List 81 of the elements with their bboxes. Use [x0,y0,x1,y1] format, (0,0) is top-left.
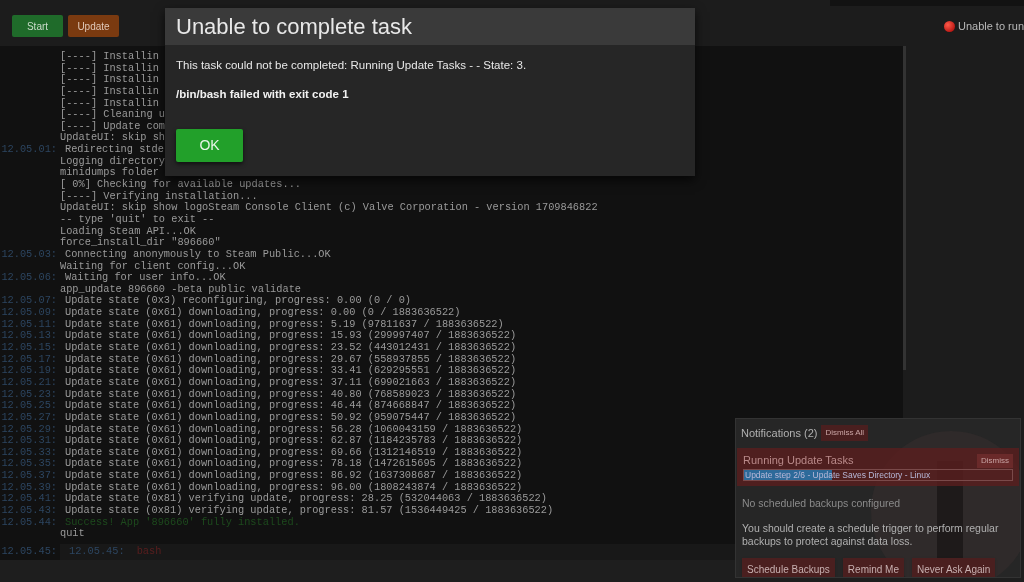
timestamp: 12.05.27: [1,410,57,423]
dialog-detail: /bin/bash failed with exit code 1 [175,87,350,103]
console-line: Update state (0x61) downloading, progress: 5.19 (97811637 / 1883636522) [65,318,504,330]
timestamp: 12.05.13: [1,329,57,342]
console-line: UpdateUI: skip sh [60,132,166,144]
status-text: Unable to run [957,18,1024,34]
notifications-title: Notifications (2) [741,426,818,441]
console-line: Update state (0x3) reconfiguring, progress: 0.00 (0 / 0) [65,295,412,307]
timestamp: 12.05.15: [1,341,57,353]
console-line: Update state (0x61) downloading, progress: 29.67 (558937855 / 1883636522) [65,353,517,365]
notification-title: No scheduled backups configured [742,496,902,511]
timestamp: 12.05.17: [1,352,57,365]
console-line: force_install_dir "896660" [60,237,221,249]
console-line: Update state (0x61) downloading, progress: 86.92 (1637308687 / 1883636522) [65,470,523,482]
console-line: [----] Update com [60,120,166,132]
timestamp: 12.05.37: [1,469,57,482]
timestamp: 12.05.31: [1,434,57,447]
console-line: [----] Installin [60,97,159,109]
console-line: Waiting for user info...OK [65,272,226,284]
ok-button[interactable]: OK [176,129,243,162]
timestamp: 12.05.44: [1,515,57,528]
console-line: Update state (0x61) downloading, progress: 62.87 (1184235783 / 1883636522) [65,435,523,447]
console-line: Update state (0x81) verifying update, progress: 81.57 (1536449425 / 1883636522) [65,505,554,517]
timestamp: 12.05.25: [1,399,57,412]
console-line: Loading Steam API...OK [60,225,196,237]
timestamp: 12.05.39: [1,480,57,493]
console-line: [----] Installin [60,51,159,63]
start-button[interactable]: Start [12,15,63,37]
console-line: [----] Installin [60,85,159,98]
console-line: Update state (0x61) downloading, progress: 37.11 (699021663 / 1883636522) [65,376,517,389]
dialog-title: Unable to complete task [176,13,413,41]
dismiss-button[interactable]: Dismiss [977,453,1013,468]
console-line: app_update 896660 -beta public validate [60,283,301,295]
console-line: Logging directory [60,155,166,167]
prompt-timestamp: 12.05.45: [69,544,125,560]
timestamp: 12.05.06: [1,271,57,284]
console-line: [ 0%] Checking for available updates... [60,179,301,191]
console-line: Connecting anonymously to Steam Public...OK [65,248,331,261]
timestamp: 12.05.29: [1,422,57,435]
console-line: Update state (0x61) downloading, progress: 40.80 (768589023 / 1883636522) [65,388,517,400]
console-line: Update state (0x61) downloading, progress: 23.52 (443012431 / 1883636522) [65,342,517,354]
console-line: Update state (0x61) downloading, progress: 0.00 (0 / 1883636522) [65,307,461,319]
console-line: Update state (0x61) downloading, progress: 46.44 (874668847 / 1883636522) [65,400,517,412]
task-title: Running Update Tasks [743,452,854,468]
console-line: Update state (0x61) downloading, progress: 33.41 (629295551 / 1883636522) [65,365,517,377]
console-line: Update state (0x61) downloading, progress: 56.28 (1060043159 / 1883636522) [65,423,523,435]
timestamp: 12.05.23: [1,387,57,400]
dismiss-all-button[interactable]: Dismiss All [821,425,869,442]
console-line: -- type 'quit' to exit -- [60,213,215,226]
update-button[interactable]: Update [68,15,119,37]
console-line: UpdateUI: skip show logoSteam Console Client (c) Valve Corporation - version 1709846822 [60,202,598,214]
timestamp: 12.05.03: [1,247,57,260]
timestamp: 12.05.21: [1,375,57,388]
console-line: [----] Installin [60,62,159,74]
timestamp: 12.05.35: [1,457,57,470]
dialog-message: This task could not be completed: Running Update Tasks - - State: 3. [175,58,528,73]
notification-button[interactable]: Schedule Backups [742,557,835,577]
console-line: Update state (0x61) downloading, progress: 15.93 (299997407 / 1883636522) [65,330,517,342]
console-line: Update state (0x61) downloading, progress: 96.00 (1808243874 / 1883636522) [65,481,523,493]
timestamp: 12.05.45: [0,544,57,560]
timestamp: 12.05.09: [1,306,57,319]
console-line: Update state (0x61) downloading, progress: 50.92 (959075447 / 1883636522) [65,411,517,424]
timestamp: 12.05.19: [1,364,57,377]
command-text: bash [136,544,162,560]
timestamp: 12.05.41: [1,492,57,505]
console-line: Waiting for client config...OK [60,260,246,272]
console-line: Redirecting stde [65,144,164,156]
console-line: Update state (0x61) downloading, progress: 78.18 (1472615695 / 1883636522) [65,458,523,470]
timestamp: 12.05.33: [1,445,57,458]
console-line: [----] Cleaning u [60,109,166,121]
console-line: minidumps folder [60,167,159,179]
timestamp: 12.05.11: [1,317,57,330]
console-line: quit [60,528,85,540]
timestamp: 12.05.01: [1,143,57,156]
notification-button[interactable]: Remind Me [842,557,904,577]
timestamp: 12.05.07: [1,294,57,307]
console-line: Update state (0x61) downloading, progress: 69.66 (1312146519 / 1883636522) [65,446,523,458]
timestamp: 12.05.43: [1,504,57,516]
console-line: Update state (0x81) verifying update, progress: 28.25 (532044063 / 1883636522) [65,493,547,505]
console-line: [----] Verifying installation... [60,190,258,202]
console-line: [----] Installin [60,74,159,86]
